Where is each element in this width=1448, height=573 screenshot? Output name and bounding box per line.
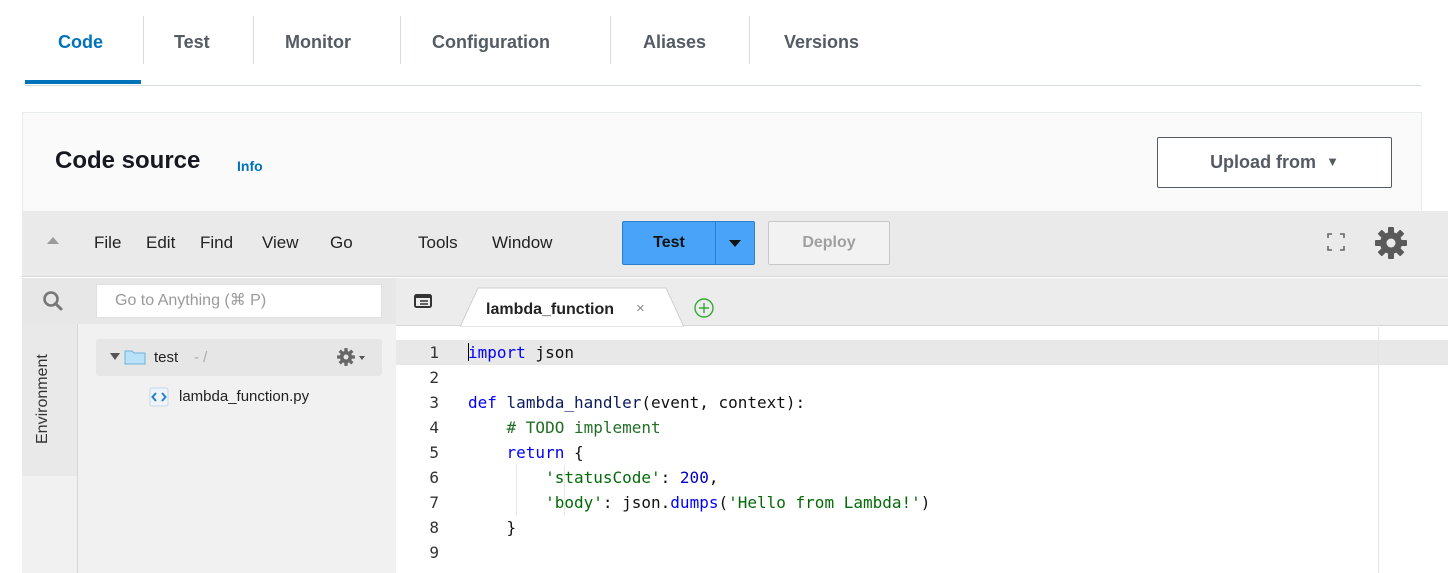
tab-divider (143, 16, 144, 64)
code-token: 200 (679, 468, 709, 487)
caret-down-icon[interactable] (110, 353, 120, 360)
function-tabs: Code Test Monitor Configuration Aliases … (25, 0, 1421, 86)
info-link[interactable]: Info (237, 158, 263, 174)
plus-circle-icon[interactable] (693, 297, 715, 319)
tab-divider (253, 16, 254, 64)
code-line: 'statusCode': 200, (545, 468, 719, 487)
menu-find[interactable]: Find (200, 233, 233, 253)
tab-versions[interactable]: Versions (784, 30, 859, 54)
search-row (22, 278, 396, 324)
close-icon[interactable]: × (636, 300, 645, 317)
editor-tab-bar: lambda_function × (396, 278, 1448, 327)
menu-tools[interactable]: Tools (418, 233, 458, 253)
code-editor-ide: File Edit Find View Go Tools Window Test… (22, 211, 1448, 573)
line-number: 5 (429, 443, 439, 462)
side-tab-strip (22, 476, 78, 573)
code-token: import (468, 343, 526, 362)
folder-path: - / (194, 349, 208, 366)
deploy-button[interactable]: Deploy (768, 221, 890, 265)
print-margin (1378, 327, 1379, 573)
folder-test[interactable]: test - / (96, 339, 382, 376)
panel-title: Code source (55, 147, 201, 174)
go-to-anything-input[interactable] (96, 284, 382, 318)
editor-tab-lambda-function[interactable]: lambda_function × (460, 287, 684, 327)
code-token: lambda_handler (506, 393, 642, 412)
gear-icon[interactable] (336, 347, 356, 367)
code-line: return { (506, 443, 584, 462)
editor-tab-label: lambda_function (486, 301, 615, 318)
code-line: def lambda_handler(event, context): (468, 393, 806, 412)
code-token: 'Hello from Lambda!' (728, 493, 921, 512)
code-token: 'body' (545, 493, 603, 512)
folder-icon (124, 350, 146, 365)
code-editor[interactable]: 1 2 3 4 5 6 7 8 9 import json def lambda… (396, 327, 1448, 573)
menu-window[interactable]: Window (492, 233, 552, 253)
line-number: 4 (429, 418, 439, 437)
code-token: # TODO implement (506, 418, 661, 437)
file-browser: Environment test - / (22, 278, 396, 573)
line-number: 9 (429, 543, 439, 562)
upload-from-label: Upload from (1210, 152, 1317, 172)
test-button[interactable]: Test (622, 221, 715, 265)
fullscreen-icon[interactable] (1327, 233, 1345, 251)
environment-tab[interactable]: Environment (22, 324, 78, 476)
ide-menubar: File Edit Find View Go Tools Window Test… (22, 211, 1448, 277)
menu-file[interactable]: File (94, 233, 121, 253)
code-token: return (506, 443, 565, 462)
tab-aliases[interactable]: Aliases (643, 30, 706, 54)
menu-view[interactable]: View (262, 233, 299, 253)
caret-down-icon: ▼ (1326, 154, 1339, 169)
tab-code[interactable]: Code (58, 30, 103, 54)
code-token: 'statusCode' (545, 468, 661, 487)
code-token: dumps (670, 493, 719, 512)
line-number: 6 (429, 468, 439, 487)
code-token: def (468, 393, 497, 412)
code-line: import json (468, 343, 574, 362)
tab-divider (400, 16, 401, 64)
code-line: # TODO implement (468, 415, 661, 440)
tabs-menu-icon[interactable] (414, 294, 432, 308)
tab-test[interactable]: Test (174, 30, 210, 54)
active-tab-indicator (25, 80, 141, 84)
file-name: lambda_function.py (179, 388, 310, 405)
line-number: 8 (429, 518, 439, 537)
line-number-gutter: 1 2 3 4 5 6 7 8 9 (396, 327, 452, 573)
test-dropdown-caret-icon[interactable] (715, 221, 755, 265)
menu-go[interactable]: Go (330, 233, 353, 253)
python-file-icon (149, 387, 169, 407)
tab-divider (610, 16, 611, 64)
gear-icon[interactable] (1373, 225, 1409, 261)
tab-configuration[interactable]: Configuration (432, 30, 550, 54)
line-number: 2 (429, 368, 439, 387)
tab-monitor[interactable]: Monitor (285, 30, 351, 54)
code-line: 'body': json.dumps('Hello from Lambda!') (545, 493, 931, 512)
environment-label: Environment (34, 354, 51, 444)
code-line: } (468, 518, 517, 537)
upload-from-button[interactable]: Upload from ▼ (1157, 137, 1392, 188)
caret-down-icon[interactable] (359, 356, 365, 360)
triangle-up-icon[interactable] (46, 235, 60, 245)
tab-divider (749, 16, 750, 64)
line-number: 1 (429, 343, 439, 362)
folder-name: test (154, 349, 179, 366)
search-icon[interactable] (42, 290, 64, 312)
menu-edit[interactable]: Edit (146, 233, 175, 253)
line-number: 7 (429, 493, 439, 512)
line-number: 3 (429, 393, 439, 412)
